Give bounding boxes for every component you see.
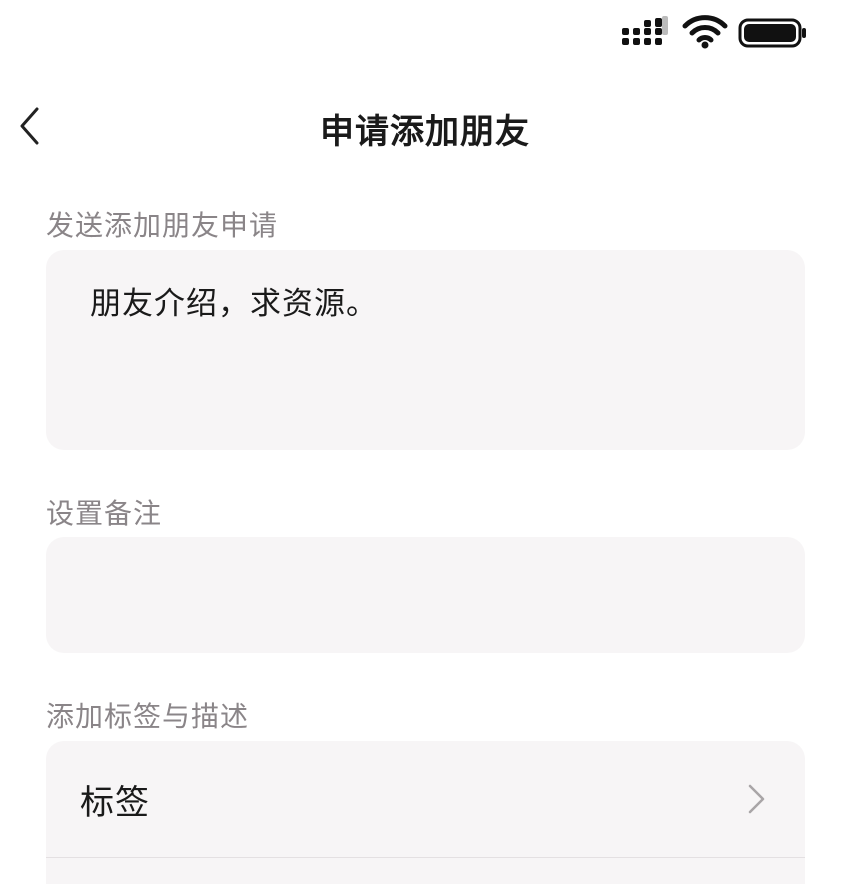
tags-card: 标签 (46, 741, 805, 884)
request-message-input[interactable]: 朋友介绍，求资源。 (46, 250, 805, 450)
add-friend-screen: 申请添加朋友 发送添加朋友申请 朋友介绍，求资源。 设置备注 添加标签与描述 标… (0, 0, 850, 884)
tags-row-label: 标签 (80, 782, 150, 823)
signal-icon (622, 16, 668, 45)
nav-bar: 申请添加朋友 (0, 86, 850, 166)
status-bar (0, 0, 850, 70)
wifi-icon (682, 15, 728, 49)
remark-section-label: 设置备注 (46, 497, 163, 530)
row-divider (46, 857, 805, 858)
chevron-right-icon (748, 784, 765, 814)
battery-icon (738, 18, 806, 48)
request-section-label: 发送添加朋友申请 (46, 209, 279, 242)
tags-row[interactable]: 标签 (46, 741, 805, 857)
tags-section-label: 添加标签与描述 (46, 700, 250, 733)
remark-input[interactable] (46, 537, 805, 653)
page-title: 申请添加朋友 (320, 112, 530, 152)
